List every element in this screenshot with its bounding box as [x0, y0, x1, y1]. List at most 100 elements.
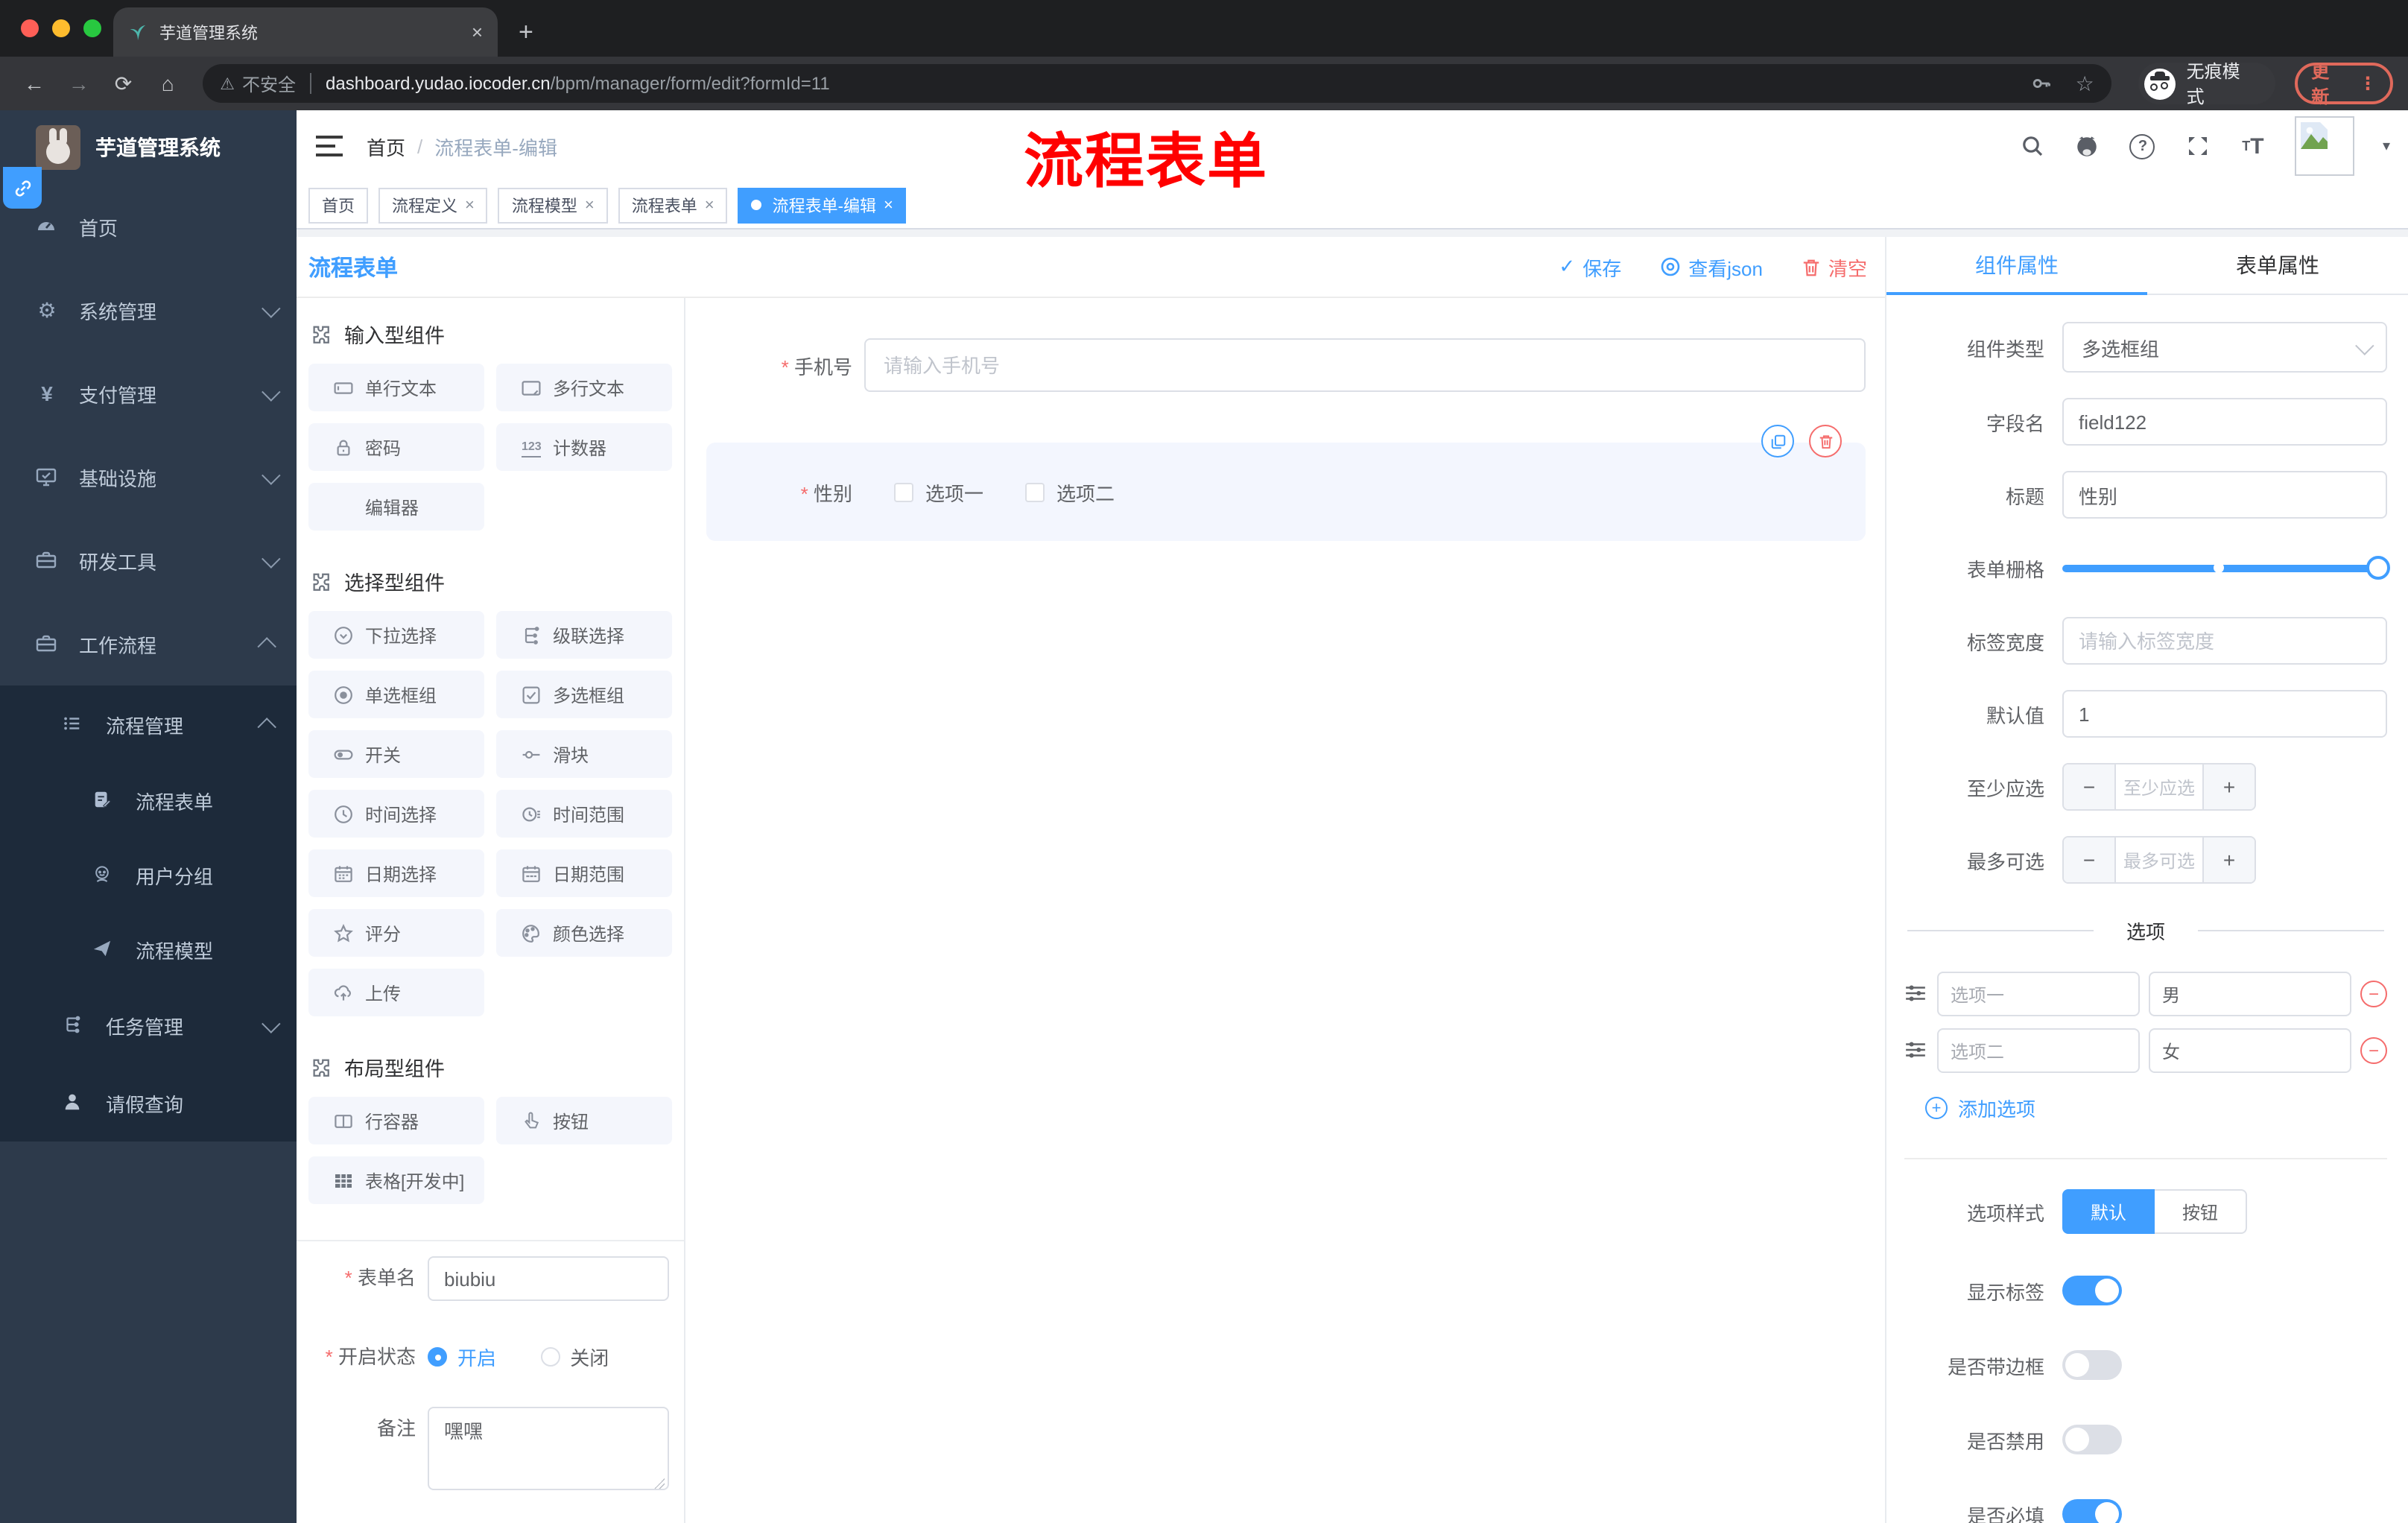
browser-tab[interactable]: 芋道管理系统 × [113, 7, 498, 57]
slider-track[interactable] [2062, 556, 2390, 580]
form-grid-slider[interactable] [2062, 544, 2390, 592]
remove-option-button[interactable]: − [2360, 1037, 2387, 1064]
increase-button[interactable]: + [2202, 838, 2255, 882]
disabled-toggle[interactable] [2062, 1425, 2122, 1454]
back-icon[interactable]: ← [15, 72, 54, 95]
view-json-button[interactable]: 查看json [1660, 253, 1763, 281]
component-switch[interactable]: 开关 [308, 730, 484, 778]
option-label-input[interactable] [1937, 972, 2140, 1016]
component-color-picker[interactable]: 颜色选择 [496, 909, 672, 957]
new-tab-button[interactable]: + [519, 18, 533, 57]
github-icon[interactable] [2074, 133, 2101, 159]
option-value-input[interactable] [2149, 972, 2351, 1016]
add-option-button[interactable]: + 添加选项 [1925, 1094, 2387, 1122]
increase-button[interactable]: + [2202, 764, 2255, 809]
label-width-input[interactable] [2062, 617, 2387, 665]
sidebar-item-home[interactable]: 首页 [0, 185, 297, 268]
component-upload[interactable]: 上传 [308, 969, 484, 1016]
component-select[interactable]: 下拉选择 [308, 611, 484, 659]
browser-update-button[interactable]: 更新 ⋮ [2295, 61, 2393, 107]
option-value-input[interactable] [2149, 1028, 2351, 1073]
component-counter[interactable]: 123 计数器 [496, 423, 672, 471]
default-value-input[interactable] [2062, 690, 2387, 738]
canvas-field-gender-selected[interactable]: 性别 选项一 选项二 [706, 425, 1866, 541]
drag-handle-icon[interactable] [1904, 982, 1928, 1006]
bookmark-star-icon[interactable]: ☆ [2076, 71, 2094, 96]
show-label-toggle[interactable] [2062, 1276, 2122, 1305]
url-bar[interactable]: ⚠ 不安全 dashboard.yudao.iocoder.cn /bpm/ma… [202, 64, 2112, 103]
app-logo[interactable]: 芋道管理系统 [0, 110, 297, 185]
gender-option-2-checkbox[interactable]: 选项二 [1025, 478, 1115, 506]
component-table-dev[interactable]: 表格[开发中] [308, 1156, 484, 1204]
sidebar-item-infrastructure[interactable]: 基础设施 [0, 435, 297, 519]
remark-textarea[interactable]: 嘿嘿 [428, 1407, 669, 1490]
tag-process-form[interactable]: 流程表单 × [618, 187, 728, 223]
component-time-range[interactable]: 时间范围 [496, 790, 672, 838]
avatar[interactable] [2294, 116, 2354, 176]
reload-icon[interactable]: ⟳ [104, 71, 143, 96]
component-button[interactable]: 按钮 [496, 1097, 672, 1144]
status-off-radio[interactable]: 关闭 [540, 1343, 609, 1371]
component-radio-group[interactable]: 单选框组 [308, 671, 484, 718]
sidebar-item-payment[interactable]: ¥ 支付管理 [0, 352, 297, 435]
tab-close-icon[interactable]: × [472, 21, 483, 43]
close-icon[interactable]: × [465, 196, 475, 214]
min-select-value[interactable]: 至少应选 [2116, 764, 2202, 809]
sidebar-item-devtools[interactable]: 研发工具 [0, 519, 297, 602]
phone-input[interactable] [864, 338, 1866, 392]
fullscreen-icon[interactable] [2184, 133, 2211, 159]
component-password[interactable]: 密码 [308, 423, 484, 471]
sidebar-item-leave-query[interactable]: 请假查询 [0, 1064, 297, 1142]
border-toggle[interactable] [2062, 1350, 2122, 1380]
style-default-button[interactable]: 默认 [2062, 1189, 2155, 1234]
tag-process-definition[interactable]: 流程定义 × [378, 187, 488, 223]
decrease-button[interactable]: − [2064, 838, 2116, 882]
canvas-field-phone[interactable]: 手机号 [685, 338, 1885, 392]
sidebar-item-task-management[interactable]: 任务管理 [0, 987, 297, 1064]
component-single-text[interactable]: 单行文本 [308, 364, 484, 411]
component-date-range[interactable]: 日期范围 [496, 849, 672, 897]
font-size-icon[interactable]: TT [2240, 133, 2266, 159]
home-icon[interactable]: ⌂ [148, 72, 187, 95]
close-icon[interactable]: × [705, 196, 715, 214]
forward-icon[interactable]: → [60, 72, 98, 95]
browser-menu-icon[interactable]: ⋮ [2359, 73, 2377, 94]
delete-component-button[interactable] [1809, 425, 1842, 457]
required-toggle[interactable] [2062, 1499, 2122, 1523]
component-multi-text[interactable]: 多行文本 [496, 364, 672, 411]
tag-home[interactable]: 首页 [308, 187, 368, 223]
option-label-input[interactable] [1937, 1028, 2140, 1073]
component-checkbox-group[interactable]: 多选框组 [496, 671, 672, 718]
sidebar-item-process-model[interactable]: 流程模型 [0, 912, 297, 987]
slider-handle[interactable] [2366, 556, 2390, 580]
help-icon[interactable]: ? [2129, 133, 2156, 159]
status-on-radio[interactable]: 开启 [428, 1343, 496, 1371]
window-maximize-button[interactable] [83, 19, 101, 37]
close-icon[interactable]: × [884, 196, 893, 214]
window-close-button[interactable] [21, 19, 39, 37]
sidebar-collapse-icon[interactable] [316, 136, 343, 156]
tab-component-props[interactable]: 组件属性 [1886, 237, 2147, 294]
close-icon[interactable]: × [585, 196, 595, 214]
component-editor[interactable]: 编辑器 [308, 483, 484, 531]
decrease-button[interactable]: − [2064, 764, 2116, 809]
avatar-caret-icon[interactable]: ▾ [2383, 138, 2390, 154]
component-time-picker[interactable]: 时间选择 [308, 790, 484, 838]
password-key-icon[interactable] [2031, 73, 2052, 94]
tag-process-form-edit[interactable]: 流程表单-编辑 × [738, 187, 907, 223]
sidebar-item-user-group[interactable]: 用户分组 [0, 838, 297, 912]
form-name-input[interactable] [428, 1256, 669, 1301]
sidebar-item-process-management[interactable]: 流程管理 [0, 685, 297, 763]
max-select-value[interactable]: 最多可选 [2116, 838, 2202, 882]
component-row-container[interactable]: 行容器 [308, 1097, 484, 1144]
component-date-picker[interactable]: 日期选择 [308, 849, 484, 897]
tag-process-model[interactable]: 流程模型 × [498, 187, 608, 223]
drag-handle-icon[interactable] [1904, 1039, 1928, 1063]
window-minimize-button[interactable] [52, 19, 70, 37]
component-type-select[interactable]: 多选框组 [2062, 322, 2387, 373]
save-button[interactable]: ✓ 保存 [1559, 253, 1621, 281]
breadcrumb-home[interactable]: 首页 [367, 132, 405, 160]
title-input[interactable] [2062, 471, 2387, 519]
component-slider[interactable]: 滑块 [496, 730, 672, 778]
copy-component-button[interactable] [1761, 425, 1794, 457]
